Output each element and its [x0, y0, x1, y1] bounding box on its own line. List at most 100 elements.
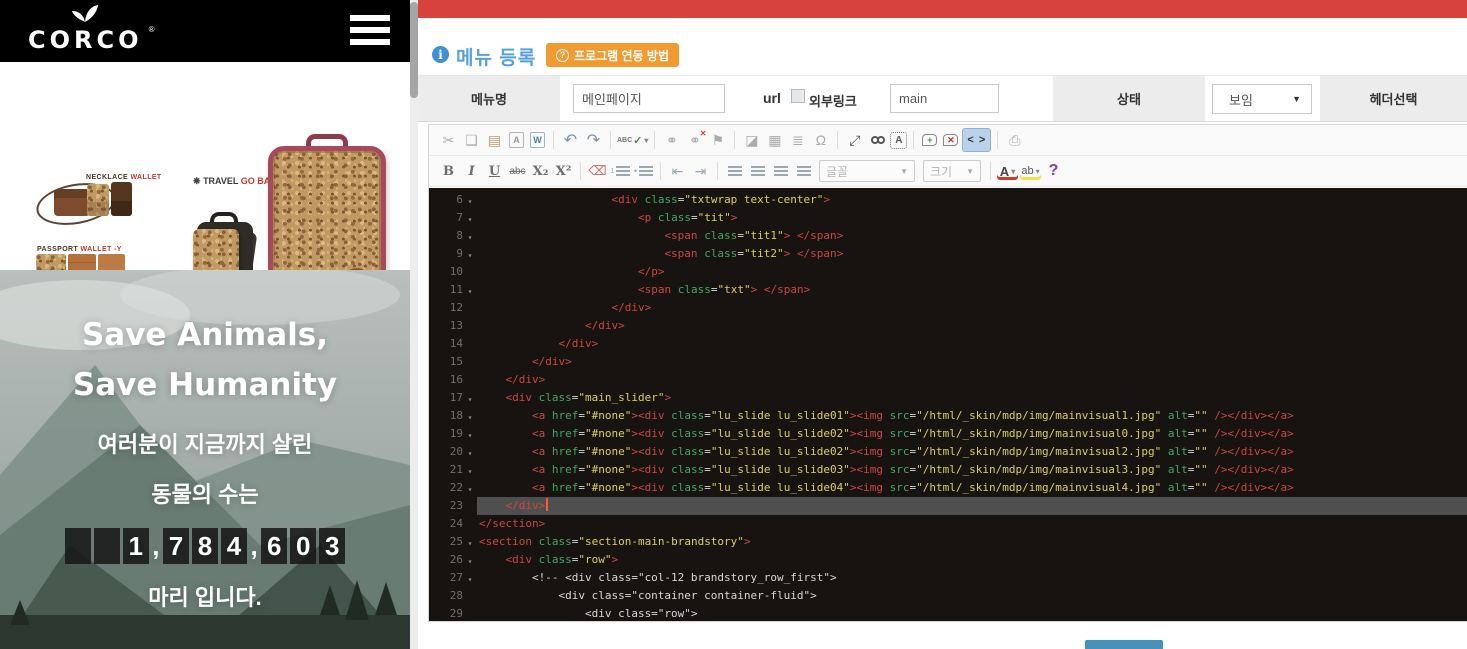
code-line: 27▾ <!-- <div class="col-12 brandstory_r… [429, 569, 1467, 587]
url-input[interactable] [890, 84, 999, 113]
bold-icon[interactable]: B [438, 159, 459, 183]
cut-icon[interactable]: ✂ [438, 128, 459, 152]
chevron-down-icon: ▼ [966, 167, 974, 176]
page-title: 메뉴 등록 [456, 43, 536, 70]
editor-toolbar-row1: ✂❏▤AW↶↷ABC✓▾⚭⚭⚑◪▦≣Ω⤢A+✕< >⎙ [429, 125, 1467, 156]
remove-format-icon[interactable]: ⌫ [587, 159, 608, 183]
find-icon[interactable] [867, 128, 888, 152]
line-number: 27 [429, 569, 463, 587]
product-slider[interactable]: NECKLACE WALLET PASSPORT WALLET -Y ❋ TRA… [0, 62, 410, 270]
line-number: 25 [429, 533, 463, 551]
fold-arrow-icon[interactable]: ▾ [463, 425, 477, 443]
paste-word-icon[interactable]: W [530, 132, 545, 148]
fold-gutter [463, 497, 477, 515]
fold-gutter [463, 353, 477, 371]
fold-arrow-icon[interactable]: ▾ [463, 533, 477, 551]
fold-arrow-icon[interactable]: ▾ [463, 227, 477, 245]
code-line: 29 <div class="row"> [429, 605, 1467, 621]
outdent-icon[interactable]: ⇤ [667, 159, 688, 183]
undo-icon[interactable]: ↶ [560, 128, 581, 152]
counter-digit: 7 [163, 528, 189, 564]
anchor-flag-icon[interactable]: ⚑ [707, 128, 728, 152]
image-icon[interactable]: ◪ [741, 128, 762, 152]
size-select[interactable]: 크기▼ [923, 160, 981, 182]
align-justify-icon[interactable] [793, 159, 814, 183]
fold-arrow-icon[interactable]: ▾ [463, 569, 477, 587]
fold-arrow-icon[interactable]: ▾ [463, 443, 477, 461]
counter-digit [65, 528, 91, 564]
fold-arrow-icon[interactable]: ▾ [463, 407, 477, 425]
menu-name-input[interactable] [573, 84, 725, 113]
text-color-icon[interactable]: A▾ [997, 162, 1018, 180]
special-char-icon[interactable]: Ω [810, 128, 831, 152]
align-right-icon[interactable] [770, 159, 791, 183]
toolbar-divider [997, 131, 998, 149]
fold-arrow-icon[interactable]: ▾ [463, 281, 477, 299]
numbered-list-icon[interactable] [610, 159, 631, 183]
toolbar-divider [913, 131, 914, 149]
maximize-icon[interactable]: ⤢ [844, 128, 865, 152]
hero-title-line1: Save Animals, [82, 310, 328, 360]
code-line: 19▾ <a href="#none"><div class="lu_slide… [429, 425, 1467, 443]
unlink-icon[interactable]: ⚭ [684, 128, 705, 152]
indent-icon[interactable]: ⇥ [690, 159, 711, 183]
fold-gutter [463, 371, 477, 389]
paste-text-icon[interactable]: A [509, 132, 524, 148]
bubble-remove-icon[interactable]: ✕ [943, 134, 958, 146]
admin-panel: i 메뉴 등록 ? 프로그램 연동 방법 메뉴명 url 외부링크 상태 보임 … [418, 0, 1467, 649]
help-icon[interactable]: ? [1043, 159, 1064, 183]
underline-icon[interactable]: U [484, 159, 505, 183]
subscript-icon[interactable]: X₂ [530, 159, 551, 183]
preview-header: CORCO ® [0, 0, 410, 62]
align-center-icon[interactable] [747, 159, 768, 183]
font-select[interactable]: 글꼴▼ [819, 160, 915, 182]
external-link-checkbox[interactable] [791, 89, 805, 103]
page-break-icon[interactable]: ≣ [787, 128, 808, 152]
superscript-icon[interactable]: X² [553, 159, 574, 183]
highlight-color-icon[interactable]: ab▾ [1020, 162, 1041, 180]
menu-name-label: 메뉴명 [418, 76, 560, 121]
bulleted-list-icon[interactable] [633, 159, 654, 183]
html-source-editor: ✂❏▤AW↶↷ABC✓▾⚭⚭⚑◪▦≣Ω⤢A+✕< >⎙ BIUabcX₂X²⌫⇤… [428, 124, 1467, 622]
url-label: url [763, 90, 781, 106]
status-select[interactable]: 보임 ▼ [1212, 84, 1312, 114]
vertical-scrollbar[interactable] [410, 0, 418, 649]
fold-arrow-icon[interactable]: ▾ [463, 479, 477, 497]
italic-icon[interactable]: I [461, 159, 482, 183]
hamburger-menu-icon[interactable] [350, 15, 390, 47]
fold-arrow-icon[interactable]: ▾ [463, 245, 477, 263]
necklace-wallet-label: NECKLACE WALLET [86, 174, 162, 181]
copy-icon[interactable]: ❏ [461, 128, 482, 152]
fold-arrow-icon[interactable]: ▾ [463, 551, 477, 569]
source-code-area[interactable]: 6▾ <div class="txtwrap text-center">7▾ <… [429, 188, 1467, 621]
fold-arrow-icon[interactable]: ▾ [463, 461, 477, 479]
source-button[interactable]: < > [962, 128, 991, 152]
link-icon[interactable]: ⚭ [661, 128, 682, 152]
scrollbar-thumb[interactable] [410, 2, 418, 98]
line-number: 13 [429, 317, 463, 335]
paste-icon[interactable]: ▤ [484, 128, 505, 152]
bubble-add-icon[interactable]: + [922, 134, 937, 146]
strikethrough-icon[interactable]: abc [507, 159, 528, 183]
fold-arrow-icon[interactable]: ▾ [463, 209, 477, 227]
counter-digit: 8 [192, 528, 218, 564]
hero-subtitle2: 동물의 수는 [151, 480, 258, 510]
cork-wallet-image [87, 184, 109, 216]
fold-arrow-icon[interactable]: ▾ [463, 191, 477, 209]
fold-arrow-icon[interactable]: ▾ [463, 389, 477, 407]
line-number: 9 [429, 245, 463, 263]
corco-logo[interactable]: CORCO ® [28, 3, 143, 52]
counter-comma: , [251, 531, 258, 562]
question-icon: ? [556, 49, 569, 62]
table-icon[interactable]: ▦ [764, 128, 785, 152]
spellcheck-icon[interactable]: ABC✓▾ [617, 128, 648, 152]
hero-subtitle1: 여러분이 지금까지 살린 [98, 430, 313, 460]
align-left-icon[interactable] [724, 159, 745, 183]
counter-digit [94, 528, 120, 564]
print-icon[interactable]: ⎙ [1004, 128, 1025, 152]
program-link-help-button[interactable]: ? 프로그램 연동 방법 [546, 43, 679, 67]
save-button[interactable]: 저장하기 [1085, 640, 1163, 649]
redo-icon[interactable]: ↷ [583, 128, 604, 152]
select-all-icon[interactable]: A [890, 132, 907, 149]
code-line: 23 </div> [429, 497, 1467, 515]
